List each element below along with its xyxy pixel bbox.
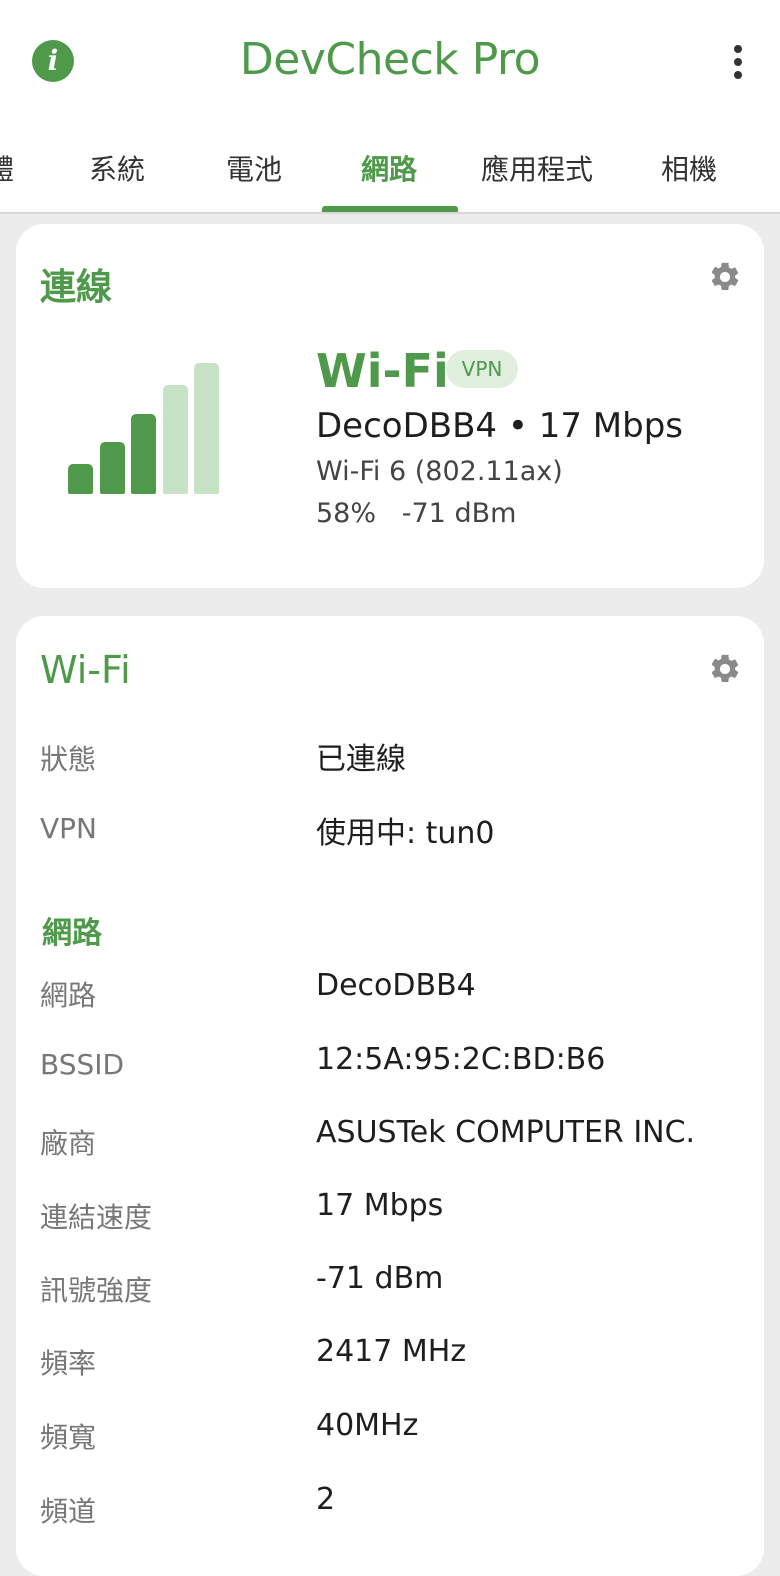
gear-icon[interactable] bbox=[708, 260, 742, 294]
more-vert-icon[interactable] bbox=[722, 42, 754, 82]
connection-ssid-speed: DecoDBB4 • 17 Mbps bbox=[316, 406, 684, 446]
link-speed-label: 連結速度 bbox=[40, 1201, 153, 1234]
network-label: 網路 bbox=[40, 979, 97, 1012]
tab-battery[interactable]: 電池 bbox=[226, 148, 282, 188]
signal-bar bbox=[162, 385, 188, 494]
status-label: 狀態 bbox=[40, 743, 97, 776]
app-title: DevCheck Pro bbox=[239, 34, 541, 85]
network-section-title: 網路 bbox=[42, 916, 102, 951]
bssid-label: BSSID bbox=[40, 1048, 125, 1081]
vendor-label: 廠商 bbox=[40, 1127, 97, 1160]
channel-value: 2 bbox=[316, 1482, 336, 1517]
bssid-value: 12:5A:95:2C:BD:B6 bbox=[316, 1042, 606, 1077]
connection-signal: 58% -71 dBm bbox=[316, 498, 517, 529]
signal-strength-label: 訊號強度 bbox=[40, 1274, 153, 1307]
tab-network[interactable]: 網路 bbox=[361, 148, 417, 188]
signal-bar bbox=[68, 464, 93, 494]
signal-bar bbox=[99, 442, 125, 494]
signal-strength-icon bbox=[68, 362, 228, 494]
wifi-title: Wi-Fi bbox=[40, 648, 131, 692]
signal-bar bbox=[131, 414, 156, 494]
channel-label: 頻道 bbox=[40, 1495, 97, 1528]
frequency-label: 頻率 bbox=[40, 1347, 97, 1380]
vpn-value: 使用中: tun0 bbox=[316, 816, 495, 851]
vpn-label: VPN bbox=[40, 812, 97, 845]
signal-bar bbox=[194, 363, 219, 494]
link-speed-value: 17 Mbps bbox=[316, 1188, 444, 1223]
connection-card: 連線 Wi-Fi VPN DecoDBB4 • 17 Mbps Wi-Fi 6 … bbox=[16, 224, 764, 588]
tab-bar: 體 系統 電池 網路 應用程式 相機 bbox=[0, 126, 780, 214]
bandwidth-label: 頻寬 bbox=[40, 1421, 97, 1454]
network-value: DecoDBB4 bbox=[316, 968, 476, 1003]
tab-indicator bbox=[322, 206, 458, 212]
wifi-card: Wi-Fi 狀態 已連線 VPN 使用中: tun0 網路 網路 DecoDBB… bbox=[16, 616, 764, 1576]
tab-camera[interactable]: 相機 bbox=[661, 148, 717, 188]
bandwidth-value: 40MHz bbox=[316, 1408, 419, 1443]
tab-system[interactable]: 系統 bbox=[89, 148, 145, 188]
app-bar: i DevCheck Pro bbox=[0, 0, 780, 126]
signal-strength-value: -71 dBm bbox=[316, 1261, 444, 1296]
gear-icon[interactable] bbox=[708, 652, 742, 686]
vpn-badge: VPN bbox=[446, 350, 518, 388]
vendor-value: ASUSTek COMPUTER INC. bbox=[316, 1115, 696, 1150]
frequency-value: 2417 MHz bbox=[316, 1334, 467, 1369]
tab-hardware[interactable]: 體 bbox=[0, 148, 14, 188]
status-value: 已連線 bbox=[316, 742, 406, 777]
tab-apps[interactable]: 應用程式 bbox=[481, 148, 593, 188]
connection-standard: Wi-Fi 6 (802.11ax) bbox=[316, 456, 563, 487]
connection-title: 連線 bbox=[40, 267, 113, 308]
connection-type: Wi-Fi bbox=[316, 344, 449, 398]
